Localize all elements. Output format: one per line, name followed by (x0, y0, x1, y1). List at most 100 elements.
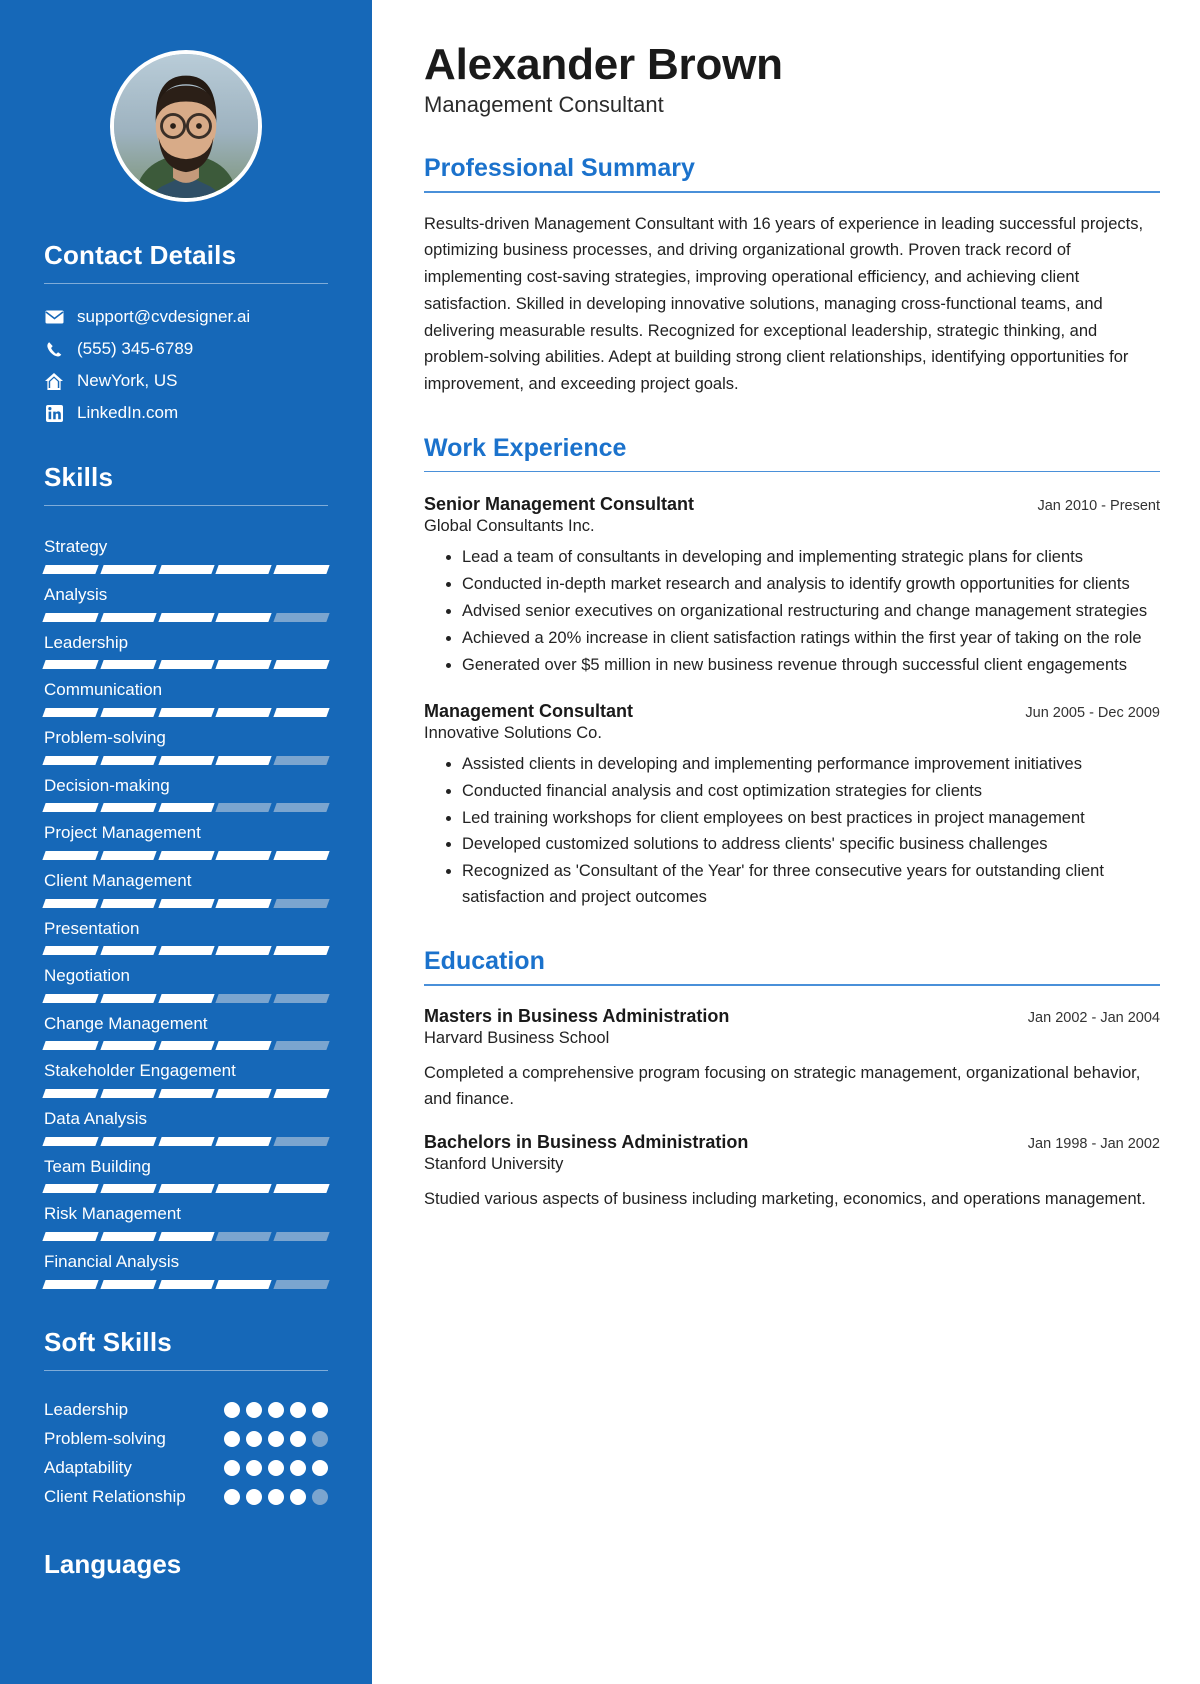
skill-bar-segment (273, 612, 330, 622)
skill-bar-segment (100, 660, 157, 670)
work-entry-date: Jan 2010 - Present (1037, 498, 1160, 515)
skill-bar-segment (273, 1184, 330, 1194)
soft-skill-item: Client Relationship (44, 1480, 328, 1509)
work-entry-title: Management Consultant (424, 700, 634, 721)
skill-bar-segment (215, 1089, 272, 1099)
skill-level-bar (42, 803, 330, 813)
education-entry: Masters in Business Administration Jan 20… (424, 1006, 1160, 1113)
skill-bar-segment (273, 1279, 330, 1289)
skill-bar-segment (215, 850, 272, 860)
rating-dot (290, 1430, 306, 1447)
work-entry-organization: Global Consultants Inc. (424, 517, 595, 536)
skill-bar-segment (42, 850, 99, 860)
skill-bar-segment (100, 946, 157, 956)
soft-skill-item: Adaptability (44, 1451, 328, 1480)
list-item: Conducted financial analysis and cost op… (462, 779, 1160, 805)
contact-value-email: support@cvdesigner.ai (77, 307, 251, 326)
soft-skills-list: Leadership Problem-solving Adaptability Cli… (44, 1393, 328, 1510)
email-icon (44, 308, 64, 326)
section-title-education: Education (424, 947, 545, 976)
rating-dot (290, 1459, 306, 1476)
skill-label: Data Analysis (44, 1109, 147, 1129)
skill-bar-segment (100, 612, 157, 622)
skill-level-bar (42, 850, 330, 860)
skills-list: Strategy Analysis Leadership Communication P… (42, 528, 330, 1289)
skill-bar-segment (42, 1089, 99, 1099)
languages-heading: Languages (44, 1549, 182, 1580)
skill-bar-segment (157, 660, 215, 670)
skill-label: Leadership (44, 632, 129, 652)
rating-dot (224, 1430, 240, 1447)
skill-bar-segment (157, 1089, 215, 1099)
education-entry-date: Jan 1998 - Jan 2002 (1027, 1136, 1160, 1153)
contact-item-email[interactable]: support@cvdesigner.ai (44, 306, 328, 328)
list-item: Recognized as 'Consultant of the Year' f… (462, 859, 1160, 911)
contact-value-linkedin: LinkedIn.com (77, 403, 179, 423)
soft-skill-label: Leadership (44, 1399, 129, 1419)
skill-level-bar (42, 1136, 330, 1146)
contact-item-location[interactable]: NewYork, US (44, 370, 328, 392)
skill-item: Strategy (42, 528, 330, 575)
skill-bar-segment (215, 946, 272, 956)
list-item: Led training workshops for client employ… (462, 806, 1160, 832)
avatar-container (44, 0, 328, 202)
contact-value-phone: (555) 345-6789 (77, 339, 194, 359)
skill-bar-segment (215, 993, 272, 1003)
skill-item: Team Building (42, 1148, 330, 1194)
skill-level-bar (42, 1089, 330, 1099)
education-entry-title: Masters in Business Administration (424, 1005, 730, 1026)
skill-bar-segment (273, 707, 330, 717)
education-entry-school: Harvard Business School (424, 1028, 610, 1047)
skill-level-bar (42, 898, 330, 908)
skill-bar-segment (100, 755, 157, 765)
skill-level-bar (42, 707, 330, 717)
skill-bar-segment (42, 660, 99, 670)
work-entry-header: Management Consultant Jun 2005 - Dec 2009 (424, 701, 1160, 722)
skill-bar-segment (215, 1279, 272, 1289)
main-content: Alexander Brown Management Consultant Pr… (372, 0, 1200, 1684)
skill-item: Change Management (42, 1005, 330, 1051)
rating-dot (312, 1459, 328, 1476)
soft-skill-rating (224, 1485, 328, 1505)
work-entry-date: Jun 2005 - Dec 2009 (1025, 704, 1160, 721)
skill-bar-segment (100, 803, 157, 813)
rating-dot (290, 1401, 306, 1418)
skill-bar-segment (42, 1041, 99, 1051)
education-entry-header: Masters in Business Administration Jan 20… (424, 1006, 1160, 1027)
skill-bar-segment (42, 993, 99, 1003)
contact-item-phone[interactable]: (555) 345-6789 (44, 338, 328, 360)
job-role: Management Consultant (424, 92, 664, 118)
skill-bar-segment (215, 1041, 272, 1051)
section-title-summary: Professional Summary (424, 154, 695, 183)
skill-bar-segment (273, 755, 330, 765)
skill-bar-segment (157, 1136, 215, 1146)
rating-dot (312, 1430, 328, 1447)
skill-label: Project Management (44, 823, 201, 843)
skill-item: Data Analysis (42, 1100, 330, 1146)
work-entry: Management Consultant Jun 2005 - Dec 2009… (424, 701, 1160, 911)
skill-label: Change Management (44, 1013, 208, 1033)
summary-text: Results-driven Management Consultant wit… (424, 214, 1144, 394)
skill-bar-segment (157, 612, 215, 622)
skill-bar-segment (157, 898, 215, 908)
skill-bar-segment (42, 565, 99, 575)
education-entry-description: Studied various aspects of business incl… (424, 1190, 1146, 1209)
contact-item-linkedin[interactable]: LinkedIn.com (44, 402, 328, 424)
work-entry-title: Senior Management Consultant (424, 494, 695, 515)
skill-bar-segment (42, 1231, 99, 1241)
rating-dot (312, 1401, 328, 1418)
skill-bar-segment (273, 565, 330, 575)
skill-level-bar (42, 755, 330, 765)
skill-label: Problem-solving (44, 727, 166, 747)
linkedin-icon (44, 404, 64, 422)
education-entry: Bachelors in Business Administration Jan … (424, 1132, 1160, 1212)
list-item: Assisted clients in developing and imple… (462, 752, 1160, 778)
sidebar: Contact Details support@cvdesigner.ai (5… (0, 0, 372, 1684)
skill-bar-segment (100, 707, 157, 717)
rating-dot (268, 1430, 284, 1447)
skill-item: Leadership (42, 624, 330, 670)
skill-item: Presentation (42, 910, 330, 956)
skill-item: Client Management (42, 862, 330, 908)
skill-item: Financial Analysis (42, 1243, 330, 1289)
list-item: Achieved a 20% increase in client satisf… (462, 626, 1160, 652)
